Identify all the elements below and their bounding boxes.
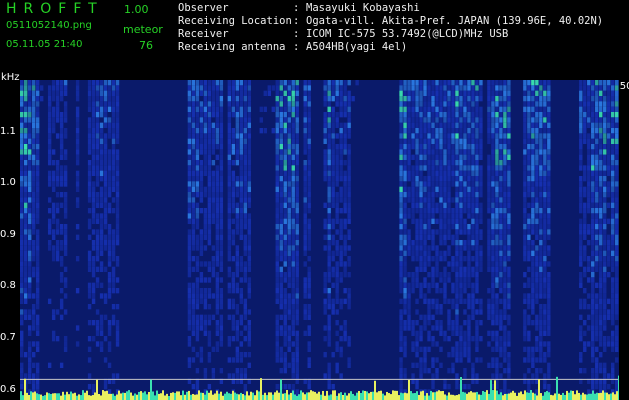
spectrum-column [543,80,547,400]
timestamp: 05.11.05 21:40 [6,39,83,50]
y-tick-label: 0.7 [0,332,16,344]
spectrum-column [351,96,355,102]
info-row-antenna: Receiving antenna: A504HB(yagi 4el) [178,41,603,54]
spectrum-column [187,80,192,384]
spectrum-column [23,80,28,400]
spectrum-column [63,80,68,352]
info-key: Receiving antenna [178,41,286,53]
spectrum-column [499,80,503,400]
info-colon: : [293,41,300,53]
spectrum-column [591,80,595,395]
spectrum-column [463,80,467,400]
spectrum-column [615,80,619,395]
info-colon: : [293,2,300,14]
spectrum-column [295,80,299,400]
y-tick-label: 0.6 [0,383,16,395]
spectrum-column [475,80,479,384]
y-tick-label: 1.1 [0,125,16,137]
spectrum-column [467,80,471,400]
spectrum-column [399,80,403,395]
spectrum-column [31,80,36,400]
spectrum-column [547,80,551,400]
spectrum-column [239,80,244,400]
spectrum-column [523,80,527,384]
info-value: Masayuki Kobayashi [306,2,420,14]
info-row-location: Receiving Location: Ogata-vill. Akita-Pre… [178,15,603,28]
spectrum-column [219,80,224,384]
y-tick-label: 0.8 [0,280,16,292]
meteor-count: 76 [139,39,153,52]
spectrum-column [611,80,615,395]
app-version: 1.00 [124,3,149,16]
spectrum-column [279,80,283,400]
spectrum-column [479,80,483,363]
spectrum-column [423,80,427,395]
meteor-label: meteor [123,23,163,36]
spectrum-column [243,80,248,400]
y-tick-label: 1.0 [0,177,16,189]
info-key: Observer [178,2,229,14]
spectrum-column [491,80,495,400]
station-info: Observer: Masayuki Kobayashi Receiving Lo… [178,2,603,54]
info-colon: : [293,15,300,27]
spectrum-column [355,80,359,86]
spectrum-column [539,80,543,374]
info-key: Receiving Location [178,15,292,27]
spectrum-column [603,80,607,395]
spectrum-column [27,80,32,400]
filename: 0511052140.png [6,20,92,31]
spectrum-column [439,80,443,368]
spectrogram-plot [20,80,619,400]
spectrum-column [403,80,407,400]
spectrum-column [107,80,112,395]
info-value: A504HB(yagi 4el) [306,41,408,53]
info-row-observer: Observer: Masayuki Kobayashi [178,2,603,15]
spectrum-column [195,80,200,400]
info-value: Ogata-vill. Akita-Pref. JAPAN (139.96E, … [306,15,604,27]
spectrogram-canvas [20,80,619,400]
app-name: HROFFT [6,1,104,17]
info-value: ICOM IC-575 53.7492(@LCD)MHz USB [306,28,509,40]
spectrum-column [503,80,507,400]
spectrum-column [215,80,220,395]
header-panel: HROFFT 1.00 0511052140.png 05.11.05 21:4… [0,0,629,80]
spectrum-column [20,80,24,400]
info-colon: : [293,28,300,40]
spectrum-column [427,80,431,395]
spectrum-column [527,80,531,400]
spectrum-column [599,80,603,400]
spectrum-column [535,80,539,400]
info-key: Receiver [178,28,229,40]
info-row-receiver: Receiver: ICOM IC-575 53.7492(@LCD)MHz US… [178,28,603,41]
spectrum-column [247,80,252,384]
spectrum-column [199,80,204,400]
spectrum-column [35,80,40,400]
spectrum-column [579,80,583,384]
spectrum-column [595,80,599,400]
spectrum-column [419,80,423,395]
y-tick-label: 0.9 [0,228,16,240]
y-axis-unit: kHz [1,72,20,83]
spectrum-column [259,106,263,134]
spectrum-column [451,80,455,374]
spectrum-column [275,80,279,400]
